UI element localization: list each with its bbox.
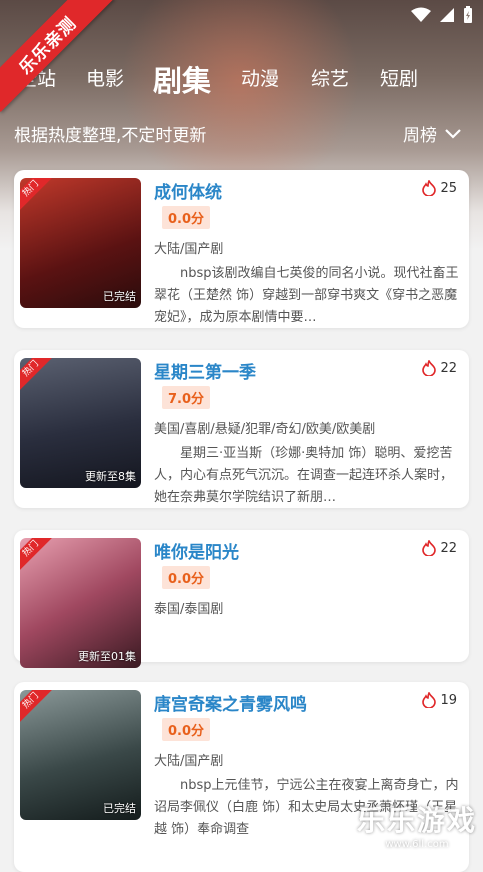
wifi-icon bbox=[411, 7, 431, 22]
update-note: 根据热度整理,不定时更新 bbox=[14, 126, 207, 146]
heat-count: 22 bbox=[422, 360, 457, 376]
score-badge: 0.0分 bbox=[162, 718, 211, 741]
tab-short-drama[interactable]: 短剧 bbox=[380, 64, 418, 91]
battery-icon bbox=[464, 6, 472, 23]
genre-text: 大陆/国产剧 bbox=[154, 242, 224, 257]
hot-tag: 热门 bbox=[20, 358, 54, 392]
tab-anime[interactable]: 动漫 bbox=[241, 64, 279, 91]
tab-variety[interactable]: 综艺 bbox=[311, 64, 349, 91]
genre-text: 泰国/泰国剧 bbox=[154, 602, 224, 617]
score-badge: 0.0分 bbox=[162, 566, 211, 589]
status-badge: 已完结 bbox=[103, 290, 136, 303]
poster-image: 热门 已完结 bbox=[20, 690, 141, 820]
status-bar bbox=[411, 6, 473, 24]
tab-series[interactable]: 剧集 bbox=[153, 58, 211, 100]
hot-tag: 热门 bbox=[20, 178, 54, 212]
watermark-url: www.6ll.com bbox=[385, 839, 449, 850]
list-item[interactable]: 热门 更新至8集 星期三第一季 22 7.0分 美国/喜剧/悬疑/犯罪/奇幻/欧… bbox=[14, 350, 469, 508]
item-title: 唯你是阳光 bbox=[154, 543, 239, 563]
subbar: 根据热度整理,不定时更新 周榜 bbox=[14, 121, 469, 149]
chevron-down-icon bbox=[445, 128, 461, 139]
tab-movies[interactable]: 电影 bbox=[86, 64, 124, 91]
heat-count: 25 bbox=[422, 180, 457, 196]
description: 星期三·亚当斯（珍娜·奥特加 饰）聪明、爱挖苦人，内心有点死气沉沉。在调查一起连… bbox=[154, 446, 454, 505]
heat-value: 25 bbox=[440, 180, 457, 196]
heat-count: 22 bbox=[422, 540, 457, 556]
heat-count: 19 bbox=[422, 692, 457, 708]
description: nbsp该剧改编自七英俊的同名小说。现代社畜王翠花（王楚然 饰）穿越到一部穿书爽… bbox=[154, 266, 459, 325]
rank-label: 周榜 bbox=[403, 126, 437, 146]
watermark-logo: 乐乐游戏 www.6ll.com bbox=[357, 799, 477, 850]
signal-icon bbox=[440, 8, 454, 22]
genre-text: 美国/喜剧/悬疑/犯罪/奇幻/欧美/欧美剧 bbox=[154, 422, 376, 437]
item-title: 星期三第一季 bbox=[154, 363, 256, 383]
list-item[interactable]: 热门 已完结 成何体统 25 0.0分 大陆/国产剧 nbsp该剧改编自七英俊的… bbox=[14, 170, 469, 328]
flame-icon bbox=[422, 360, 437, 376]
heat-value: 19 bbox=[440, 692, 457, 708]
status-badge: 已完结 bbox=[103, 802, 136, 815]
poster-image: 热门 更新至01集 bbox=[20, 538, 141, 668]
flame-icon bbox=[422, 180, 437, 196]
status-badge: 更新至01集 bbox=[78, 650, 136, 663]
flame-icon bbox=[422, 692, 437, 708]
flame-icon bbox=[422, 540, 437, 556]
poster-image: 热门 更新至8集 bbox=[20, 358, 141, 488]
list-item[interactable]: 热门 更新至01集 唯你是阳光 22 0.0分 泰国/泰国剧 bbox=[14, 530, 469, 668]
heat-value: 22 bbox=[440, 360, 457, 376]
poster-image: 热门 已完结 bbox=[20, 178, 141, 308]
category-tabs: 全站 电影 剧集 动漫 综艺 短剧 bbox=[0, 58, 483, 104]
score-badge: 7.0分 bbox=[162, 386, 211, 409]
hot-tag: 热门 bbox=[20, 538, 54, 572]
rank-selector[interactable]: 周榜 bbox=[403, 121, 461, 146]
hot-tag: 热门 bbox=[20, 690, 54, 724]
score-badge: 0.0分 bbox=[162, 206, 211, 229]
genre-text: 大陆/国产剧 bbox=[154, 754, 224, 769]
item-title: 唐宫奇案之青雾风鸣 bbox=[154, 695, 307, 715]
watermark-text: 乐乐游戏 bbox=[356, 804, 477, 837]
heat-value: 22 bbox=[440, 540, 457, 556]
status-badge: 更新至8集 bbox=[85, 470, 136, 483]
item-title: 成何体统 bbox=[154, 183, 222, 203]
